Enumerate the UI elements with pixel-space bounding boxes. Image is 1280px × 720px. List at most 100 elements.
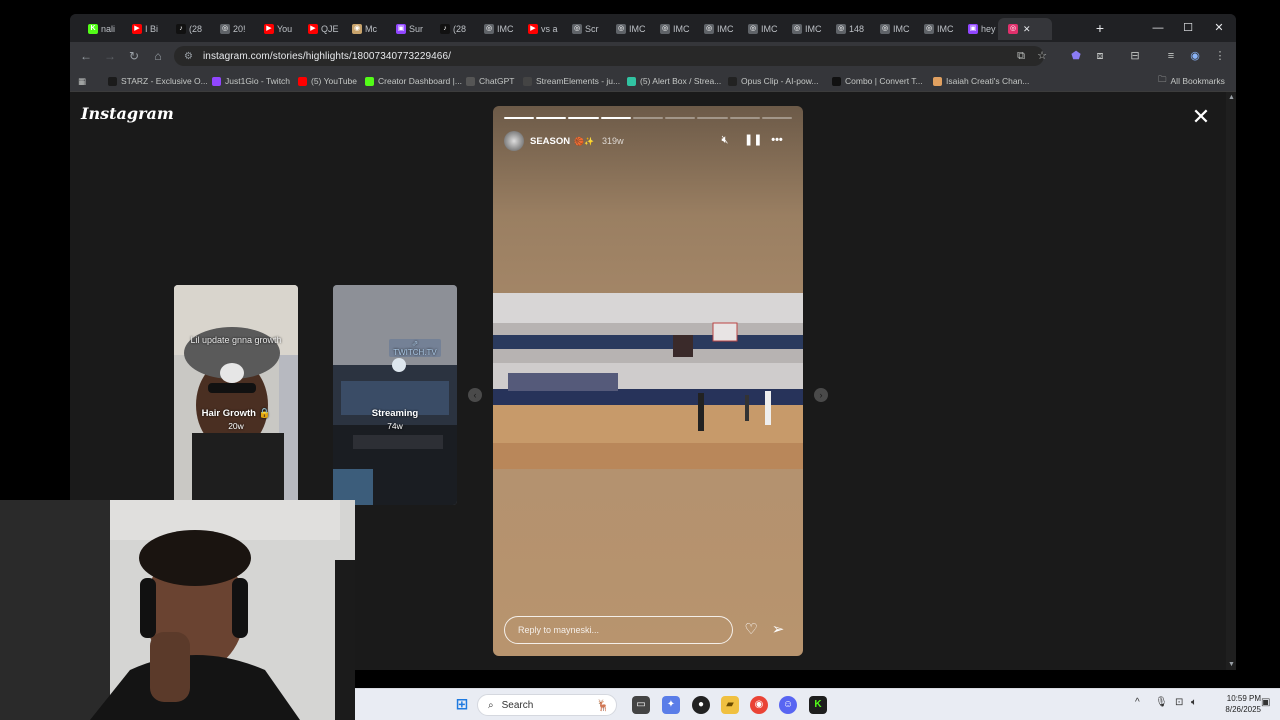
browser-tab-active[interactable]: ◎ ✕ xyxy=(998,18,1052,40)
all-bookmarks-folder[interactable]: 🗀 All Bookmarks xyxy=(1158,73,1225,89)
browser-tab[interactable]: ▣ hey xyxy=(958,18,1000,40)
bookmark-item[interactable]: (5) YouTube xyxy=(298,73,357,89)
webcam-overlay xyxy=(0,500,355,720)
browser-tab[interactable]: ◎ 20! xyxy=(210,18,252,40)
browser-tab[interactable]: ◎ IMC xyxy=(914,18,956,40)
discord-icon[interactable]: ☺ xyxy=(779,696,797,714)
folder-icon: 🗀 xyxy=(1158,74,1167,84)
kick-icon[interactable]: K xyxy=(809,696,827,714)
tab-favicon-icon: ▶ xyxy=(132,24,142,34)
like-heart-icon[interactable]: ♡ xyxy=(741,620,761,640)
task-view-icon[interactable]: ▭ xyxy=(632,696,650,714)
bookmark-item[interactable]: Isaiah Creati's Chan... xyxy=(933,73,1029,89)
progress-segment xyxy=(665,117,696,119)
story-card[interactable]: SEASON 🏀✨ 319w 🔇︎ ❚❚ ••• Reply to maynes… xyxy=(493,106,803,656)
avatar[interactable] xyxy=(504,131,524,151)
browser-tab[interactable]: ◎ IMC xyxy=(474,18,516,40)
extensions-icon[interactable]: ⧈ xyxy=(1092,48,1108,64)
tray-overflow-icon[interactable]: ^ xyxy=(1135,697,1140,708)
install-app-icon[interactable]: ⧉ xyxy=(1013,48,1029,64)
copilot-icon[interactable]: ✦ xyxy=(662,696,680,714)
bookmark-star-icon[interactable]: ☆ xyxy=(1034,48,1050,64)
browser-tab[interactable]: ▶ QJE xyxy=(298,18,340,40)
browser-tab[interactable]: Knali xyxy=(78,18,120,40)
home-icon[interactable]: ⌂ xyxy=(150,48,166,64)
close-stories-button[interactable]: ✕ xyxy=(1190,106,1212,128)
browser-tab[interactable]: ◎ 148 xyxy=(826,18,868,40)
send-share-icon[interactable]: ➢ xyxy=(768,620,788,640)
story-username[interactable]: SEASON xyxy=(530,136,570,147)
browser-tab[interactable]: ◎ IMC xyxy=(870,18,912,40)
bookmark-item[interactable]: (5) Alert Box / Strea... xyxy=(627,73,721,89)
window-close-icon[interactable]: ✕ xyxy=(1211,20,1227,36)
scroll-up-icon[interactable]: ▲ xyxy=(1228,94,1235,101)
back-icon[interactable]: ← xyxy=(78,48,94,64)
chrome-icon[interactable]: ◉ xyxy=(750,696,768,714)
new-tab-button[interactable]: + xyxy=(1092,20,1108,36)
browser-tab[interactable]: ◎ IMC xyxy=(650,18,692,40)
bookmark-item[interactable]: ChatGPT xyxy=(466,73,514,89)
browser-tab[interactable]: ♪ (28 xyxy=(430,18,472,40)
profile-avatar[interactable]: ◉ xyxy=(1187,48,1203,64)
extension-shield-icon[interactable]: ⬟ xyxy=(1068,48,1084,64)
highlight-preview-streaming[interactable]: ⇗ TWITCH.TV Streaming 74w xyxy=(333,285,457,505)
bookmark-item[interactable]: Opus Clip - AI-pow... xyxy=(728,73,818,89)
bookmark-item[interactable]: STARZ - Exclusive O... xyxy=(108,73,208,89)
all-bookmarks-label: All Bookmarks xyxy=(1170,76,1225,86)
browser-tab[interactable]: ◎ IMC xyxy=(606,18,648,40)
file-explorer-icon[interactable]: ▰ xyxy=(721,696,739,714)
browser-tab[interactable]: ◎ IMC xyxy=(782,18,824,40)
system-clock[interactable]: 10:59 PM 8/26/2025 xyxy=(1211,693,1261,715)
browser-tab[interactable]: ♪ (28 xyxy=(166,18,208,40)
minimize-icon[interactable]: — xyxy=(1150,20,1166,36)
tab-label: Scr xyxy=(585,24,599,34)
tab-label: hey xyxy=(981,24,996,34)
taskbar-search[interactable]: ⌕ Search 🦌 xyxy=(477,694,617,716)
progress-segment xyxy=(536,117,567,119)
site-info-icon[interactable]: ⚙ xyxy=(184,51,193,62)
highlight-preview-hair-growth[interactable]: Lil update gnna growth Hair Growth 🔒 20w xyxy=(174,285,298,505)
apps-grid-icon[interactable]: ▦ xyxy=(78,73,86,89)
bookmark-item[interactable]: StreamElements - ju... xyxy=(523,73,620,89)
bookmark-favicon-icon xyxy=(466,76,475,86)
address-bar[interactable]: ⚙ instagram.com/stories/highlights/18007… xyxy=(174,46,1044,66)
browser-tab[interactable]: ▶ I Bi xyxy=(122,18,164,40)
scroll-down-icon[interactable]: ▼ xyxy=(1228,661,1235,668)
next-story-arrow[interactable]: › xyxy=(814,388,828,402)
more-options-icon[interactable]: ••• xyxy=(769,132,785,148)
browser-tab[interactable]: ▶ You xyxy=(254,18,296,40)
bookmark-item[interactable]: Combo | Convert T... xyxy=(832,73,923,89)
pause-icon[interactable]: ❚❚ xyxy=(744,132,762,148)
windows-start-icon[interactable]: ⊞ xyxy=(453,696,471,714)
notification-icon[interactable]: ▣ xyxy=(1261,697,1270,708)
browser-tab[interactable]: ◉ Mc xyxy=(342,18,384,40)
browser-tab[interactable]: ▣ Sur xyxy=(386,18,428,40)
obs-icon[interactable]: ● xyxy=(692,696,710,714)
tab-favicon-icon: ◎ xyxy=(572,24,582,34)
network-icon[interactable]: ⊡ xyxy=(1175,697,1183,708)
reply-input[interactable]: Reply to mayneski... xyxy=(504,616,733,644)
mute-icon[interactable]: 🔇︎ xyxy=(717,132,733,148)
tab-close-icon[interactable]: ✕ xyxy=(1023,24,1031,35)
twitch-link-sticker[interactable]: ⇗ TWITCH.TV xyxy=(389,339,441,357)
maximize-icon[interactable]: ☐ xyxy=(1180,20,1196,36)
browser-tab[interactable]: ◎ Scr xyxy=(562,18,604,40)
instagram-logo[interactable]: Instagram xyxy=(81,104,174,123)
browser-tab[interactable]: ◎ IMC xyxy=(738,18,780,40)
bookmark-item[interactable]: Creator Dashboard |... xyxy=(365,73,462,89)
bookmark-favicon-icon xyxy=(298,76,307,86)
forward-icon[interactable]: → xyxy=(102,48,118,64)
previous-story-arrow[interactable]: ‹ xyxy=(468,388,482,402)
page-scrollbar[interactable]: ▲ ▼ xyxy=(1226,92,1236,670)
menu-kebab-icon[interactable]: ⋮ xyxy=(1212,48,1228,64)
microphone-icon[interactable]: 🎙︎ xyxy=(1155,697,1168,708)
bookmark-item[interactable]: Just1Gio - Twitch xyxy=(212,73,290,89)
browser-tab[interactable]: ▶ vs a xyxy=(518,18,560,40)
media-control-icon[interactable]: ≡ xyxy=(1163,48,1179,64)
volume-icon[interactable]: 🔈︎ xyxy=(1191,697,1197,708)
split-view-icon[interactable]: ⊟ xyxy=(1127,48,1143,64)
browser-tab[interactable]: ◎ IMC xyxy=(694,18,736,40)
story-timestamp: 319w xyxy=(602,136,624,146)
tab-label: QJE xyxy=(321,24,339,34)
reload-icon[interactable]: ↻ xyxy=(126,48,142,64)
